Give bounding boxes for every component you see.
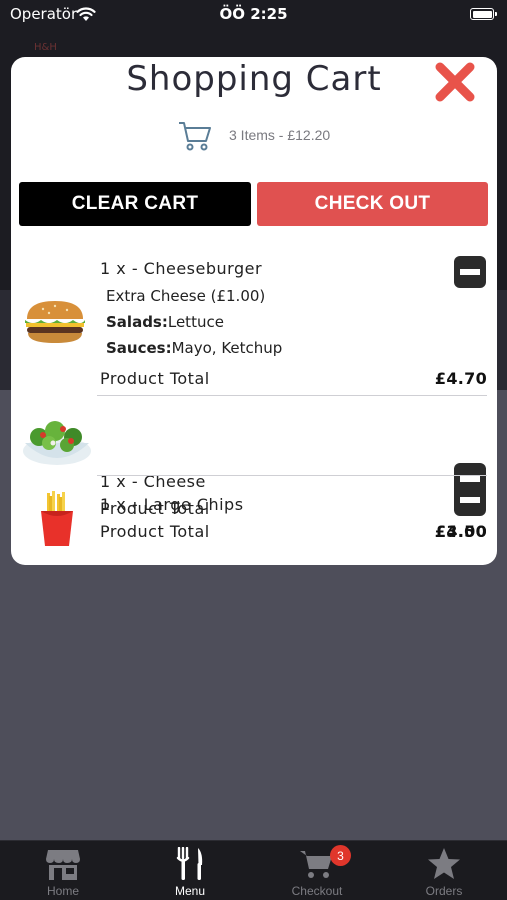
cart-icon (179, 122, 211, 151)
clear-cart-button[interactable]: CLEAR CART (19, 182, 251, 226)
salads-label: Salads: (106, 313, 168, 331)
sauces-value: Mayo, Ketchup (171, 339, 283, 357)
item-extra: Extra Cheese (£1.00) (106, 287, 266, 305)
item-divider (97, 475, 487, 476)
shopping-cart-modal: Shopping Cart 3 Items - £12.20 CLEAR CAR… (11, 57, 497, 565)
cart-summary: 3 Items - £12.20 (177, 117, 330, 153)
tab-label: Home (46, 884, 79, 898)
tab-label: Checkout (291, 884, 343, 898)
product-total-label: Product Total (100, 369, 210, 388)
background-logo: H&H (34, 42, 57, 53)
tab-bar: Home Menu 3 Checkout Orders (0, 840, 507, 900)
tab-label: Orders (425, 884, 463, 898)
salads-value: Lettuce (167, 313, 224, 331)
tab-label: Menu (174, 884, 206, 898)
tab-orders[interactable]: Orders (381, 841, 507, 900)
status-bar: Operatör ÖÖ 2:25 (0, 0, 507, 30)
item-name: 1 x - Cheeseburger (100, 259, 263, 278)
cart-item-large-chips: 1 x - Large Chips Product Total £4.00 (11, 477, 497, 565)
tab-checkout[interactable]: 3 Checkout (254, 841, 380, 900)
tab-home[interactable]: Home (0, 841, 126, 900)
item-salads: Salads:Lettuce (106, 313, 224, 331)
item-sauces: Sauces:Mayo, Ketchup (106, 339, 282, 357)
item-name: 1 x - Large Chips (100, 495, 244, 514)
status-time: ÖÖ 2:25 (219, 5, 288, 23)
cart-title: Shopping Cart (126, 59, 382, 99)
cart-item-cheese: 1 x - Cheese Product Total £3.50 (11, 397, 497, 541)
close-icon (435, 62, 475, 102)
remove-item-button[interactable] (454, 256, 486, 288)
battery-icon (470, 8, 497, 20)
burger-image (25, 301, 85, 343)
tab-menu[interactable]: Menu (127, 841, 253, 900)
checkout-badge: 3 (330, 845, 351, 866)
cart-summary-text: 3 Items - £12.20 (229, 127, 331, 143)
checkout-button[interactable]: CHECK OUT (257, 182, 488, 226)
item-price: £4.70 (434, 369, 487, 388)
salad-image (23, 421, 91, 465)
remove-item-button[interactable] (454, 484, 486, 516)
sauces-label: Sauces: (106, 339, 172, 357)
cutlery-icon (176, 847, 203, 880)
close-button[interactable] (431, 59, 479, 105)
star-icon (428, 848, 460, 879)
cart-item-cheeseburger: 1 x - Cheeseburger Extra Cheese (£1.00) … (11, 247, 497, 397)
store-icon (46, 850, 80, 880)
item-price: £4.00 (434, 522, 487, 541)
chips-image (41, 491, 73, 546)
item-divider (97, 395, 487, 396)
product-total-label: Product Total (100, 522, 210, 541)
